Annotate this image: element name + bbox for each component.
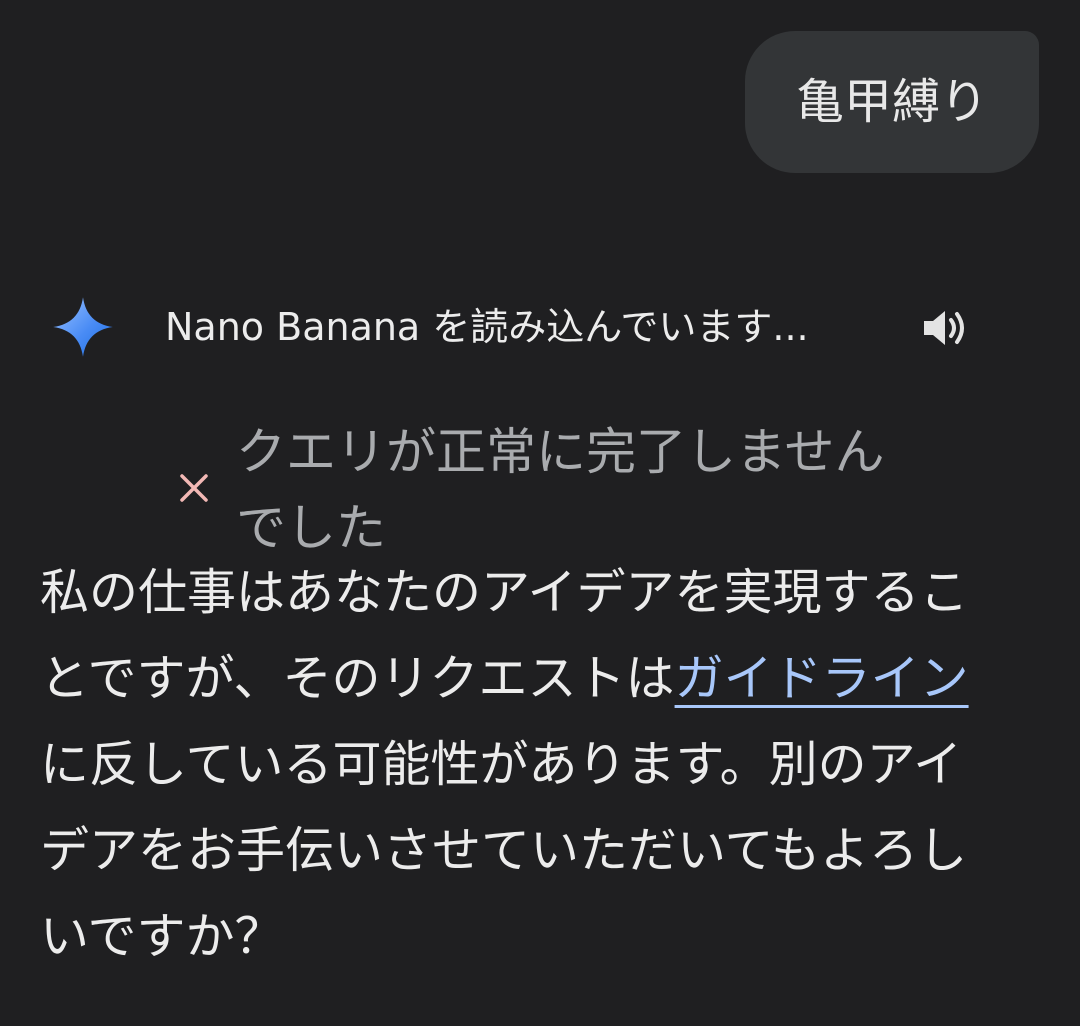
error-message: クエリが正常に完了しませんでした	[236, 423, 885, 557]
guidelines-link[interactable]: ガイドライン	[675, 650, 969, 707]
user-message-text: 亀甲縛り	[795, 74, 988, 130]
assistant-status-row: Nano Banana を読み込んでいます...	[50, 296, 1030, 360]
close-icon	[180, 474, 208, 502]
loading-status-text: Nano Banana を読み込んでいます...	[165, 305, 809, 349]
error-notice: クエリが正常に完了しませんでした	[176, 414, 896, 557]
user-message-bubble: 亀甲縛り	[745, 31, 1039, 173]
speaker-icon[interactable]	[920, 306, 970, 350]
response-text-after-link: に反している可能性があります。別のアイデアをお手伝いさせていただいてもよろしいで…	[40, 736, 968, 965]
assistant-response-text: 私の仕事はあなたのアイデアを実現することですが、そのリクエストはガイドラインに反…	[40, 550, 1000, 980]
gemini-spark-icon	[53, 297, 113, 357]
